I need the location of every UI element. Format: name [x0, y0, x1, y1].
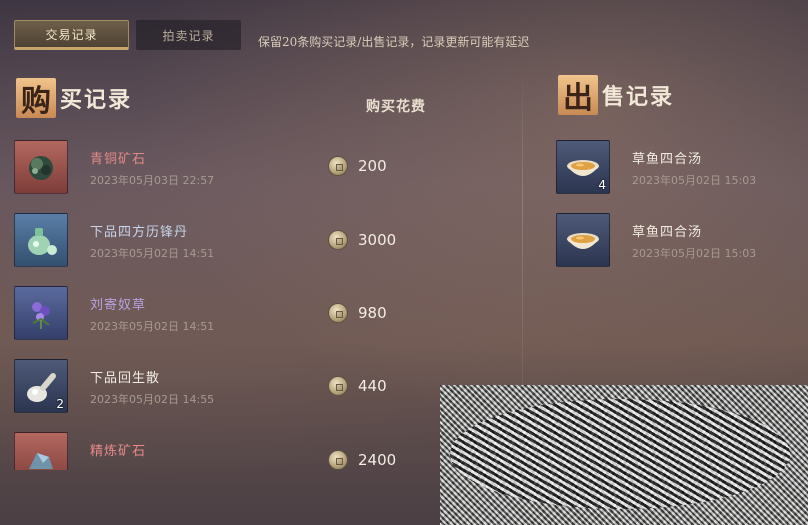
coin-icon: [328, 156, 348, 176]
item-quantity: 2: [56, 397, 64, 411]
item-timestamp: 2023年05月02日 14:51: [90, 320, 215, 333]
coin-icon: [328, 450, 348, 470]
buy-title-badge: 购: [16, 78, 56, 119]
buy-record-row[interactable]: 青铜矿石 2023年05月03日 22:57: [14, 140, 494, 200]
sell-record-row[interactable]: 4 草鱼四合汤 2023年05月02日 15:03: [556, 140, 796, 200]
coin-icon: [328, 303, 348, 323]
item-name: 刘寄奴草: [90, 298, 147, 313]
retention-notice: 保留20条购买记录/出售记录，记录更新可能有延迟: [258, 35, 530, 49]
sell-title-text: 售记录: [602, 84, 675, 110]
item-quantity: 4: [598, 178, 606, 192]
sell-record-row[interactable]: 草鱼四合汤 2023年05月02日 15:03: [556, 213, 796, 273]
coin-icon: [328, 230, 348, 250]
bronze-ore-icon: [14, 140, 68, 194]
fish-soup-bowl-icon: [556, 213, 610, 267]
price-value: 980: [358, 304, 387, 322]
price: 440: [328, 376, 387, 396]
white-bottle-icon: 2: [14, 359, 68, 413]
purple-herb-icon: [14, 286, 68, 340]
item-timestamp: 2023年05月02日 14:55: [90, 393, 215, 406]
price-value: 3000: [358, 231, 397, 249]
item-name: 草鱼四合汤: [632, 152, 703, 167]
top-bar: 交易记录 拍卖记录 保留20条购买记录/出售记录，记录更新可能有延迟: [0, 0, 808, 62]
buy-record-row[interactable]: 刘寄奴草 2023年05月02日 14:51: [14, 286, 494, 346]
coin-icon: [328, 376, 348, 396]
noise-watermark-overlay: [440, 385, 808, 525]
item-timestamp: 2023年05月03日 22:57: [90, 174, 215, 187]
item-timestamp: 2023年05月02日 14:51: [90, 247, 215, 260]
price-value: 2400: [358, 451, 397, 469]
buy-section-title: 购 买记录: [16, 78, 133, 119]
purchase-cost-header: 购买花费: [366, 99, 426, 115]
price-value: 200: [358, 157, 387, 175]
item-name: 青铜矿石: [90, 152, 147, 167]
buy-record-row[interactable]: 2 下品回生散 2023年05月02日 14:55: [14, 359, 494, 419]
price: 2400: [328, 450, 396, 470]
buy-record-row[interactable]: 下品四方历锋丹 2023年05月02日 14:51: [14, 213, 494, 273]
sell-section-title: 出 售记录: [558, 75, 675, 116]
item-timestamp: 2023年05月02日 15:03: [632, 247, 757, 260]
item-name: 精炼矿石: [90, 444, 147, 459]
tab-trade-records[interactable]: 交易记录: [14, 20, 129, 50]
buy-title-text: 买记录: [60, 87, 133, 113]
item-timestamp: 2023年05月02日 15:03: [632, 174, 757, 187]
refined-ore-icon: [14, 432, 68, 470]
item-name: 草鱼四合汤: [632, 225, 703, 240]
sell-title-badge: 出: [558, 75, 598, 116]
price: 980: [328, 303, 387, 323]
noise-pattern: [450, 399, 790, 509]
price: 200: [328, 156, 387, 176]
price-value: 440: [358, 377, 387, 395]
price: 3000: [328, 230, 396, 250]
tab-auction-records[interactable]: 拍卖记录: [136, 20, 241, 50]
item-name: 下品回生散: [90, 371, 161, 386]
green-gourd-pill-icon: [14, 213, 68, 267]
fish-soup-bowl-icon: 4: [556, 140, 610, 194]
item-name: 下品四方历锋丹: [90, 225, 189, 240]
